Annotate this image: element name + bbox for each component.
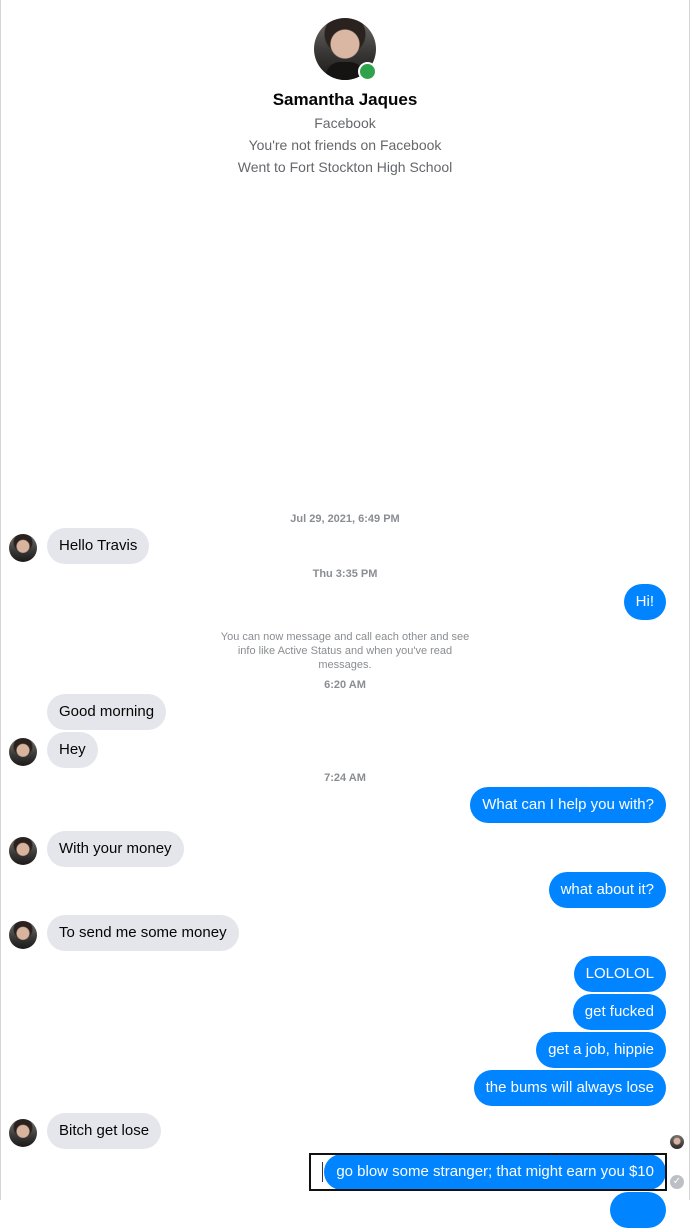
selection-highlight (309, 1153, 667, 1191)
sender-avatar[interactable] (9, 738, 37, 766)
incoming-message[interactable]: Hey (47, 732, 98, 768)
sender-avatar[interactable] (9, 921, 37, 949)
outgoing-message[interactable]: LOLOLOL (573, 956, 666, 992)
outgoing-message[interactable]: What can I help you with? (470, 787, 666, 823)
sender-avatar[interactable] (9, 1119, 37, 1147)
timestamp: 6:20 AM (324, 679, 366, 691)
text-cursor (322, 1162, 323, 1182)
incoming-message[interactable]: Bitch get lose (47, 1113, 162, 1149)
timestamp: Jul 29, 2021, 6:49 PM (290, 513, 400, 525)
outgoing-message[interactable]: get fucked (572, 994, 666, 1030)
contact-source: Facebook (314, 115, 376, 131)
timestamp: Thu 3:35 PM (312, 568, 378, 580)
sender-avatar[interactable] (9, 837, 37, 865)
sent-check-icon: ✓ (670, 1175, 684, 1189)
outgoing-message[interactable]: the bums will always lose (473, 1070, 666, 1106)
friend-status: You're not friends on Facebook (248, 137, 442, 153)
incoming-message[interactable]: Hello Travis (47, 528, 150, 564)
online-status-icon (358, 62, 377, 81)
incoming-message[interactable]: Good morning (47, 694, 167, 730)
timestamp: 7:24 AM (324, 772, 366, 784)
status-notice: You can now message and call each other … (220, 631, 470, 671)
outgoing-message-partial[interactable] (610, 1192, 666, 1228)
sender-avatar[interactable] (9, 534, 37, 562)
incoming-message[interactable]: To send me some money (47, 915, 239, 951)
outgoing-message[interactable]: get a job, hippie (536, 1032, 666, 1068)
contact-school: Went to Fort Stockton High School (237, 159, 453, 175)
outgoing-message[interactable]: Hi! (623, 584, 666, 620)
seen-avatar-icon (670, 1135, 684, 1149)
incoming-message[interactable]: With your money (47, 831, 184, 867)
contact-name[interactable]: Samantha Jaques (0, 90, 690, 110)
outgoing-message[interactable]: what about it? (548, 872, 666, 908)
